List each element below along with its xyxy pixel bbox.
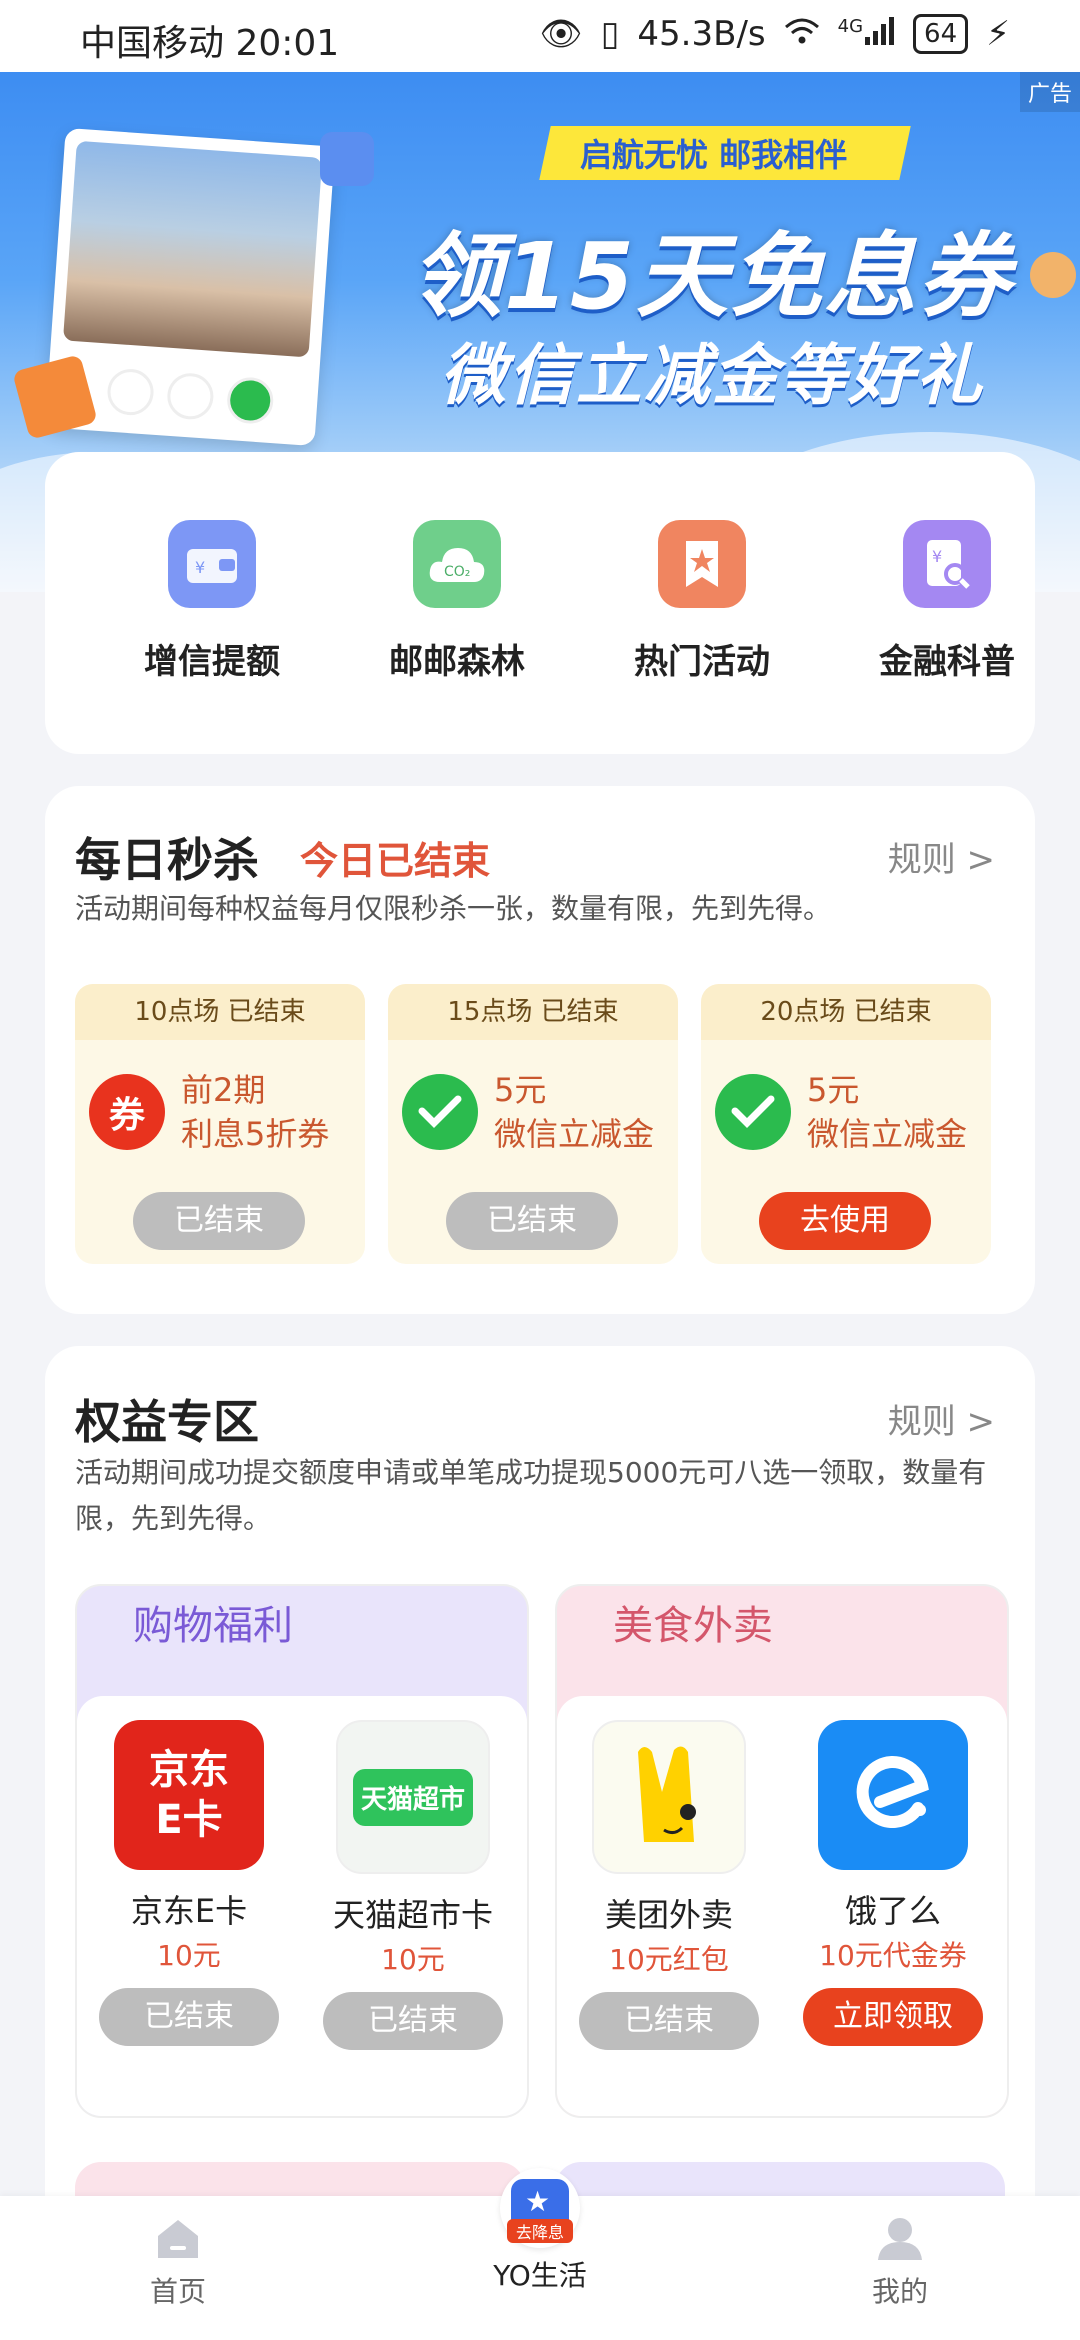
benefit-meituan: 美团外卖 10元红包 已结束 bbox=[569, 1720, 769, 2050]
slot-line2: 微信立减金 bbox=[494, 1115, 655, 1153]
nav-badge: 去降息 bbox=[507, 2219, 573, 2243]
quick-action-events[interactable]: 热门活动 bbox=[602, 520, 802, 683]
slot-button[interactable]: 已结束 bbox=[446, 1192, 618, 1250]
flash-slot-15: 15点场 已结束 5元 微信立减金 已结束 bbox=[388, 984, 678, 1264]
coin-icon bbox=[1030, 252, 1076, 298]
benefit-value: 10元 bbox=[157, 1939, 221, 1972]
rabbit-icon bbox=[105, 367, 156, 417]
svg-text:¥: ¥ bbox=[195, 558, 205, 577]
benefit-name: 天猫超市卡 bbox=[332, 1896, 493, 1934]
benefit-button[interactable]: 已结束 bbox=[579, 1992, 759, 2050]
signal-icon bbox=[865, 14, 895, 54]
ad-label: 广告 bbox=[1019, 72, 1080, 112]
category-title: 购物福利 bbox=[133, 1603, 293, 1649]
signal-label: 4G bbox=[837, 15, 864, 37]
charging-icon: ⚡ bbox=[986, 14, 1010, 54]
benefit-value: 10元代金券 bbox=[819, 1939, 967, 1972]
wifi-icon bbox=[784, 14, 820, 54]
flash-sale-status: 今日已结束 bbox=[300, 839, 491, 883]
slot-time: 15点场 已结束 bbox=[388, 984, 678, 1040]
students-photo bbox=[62, 140, 323, 358]
shopping-bag-icon: ★ 去降息 bbox=[500, 2168, 580, 2248]
coupon-icon: 券 bbox=[89, 1074, 165, 1150]
use-now-button[interactable]: 去使用 bbox=[759, 1192, 931, 1250]
benefit-jd-card: 京东 E卡 京东E卡 10元 已结束 bbox=[89, 1720, 289, 2046]
nav-label: 首页 bbox=[149, 2275, 206, 2308]
category-food: 美食外卖 美团外卖 10元红包 已结束 饿了么 10元代金券 立即领取 bbox=[555, 1584, 1009, 2118]
tmall-logo-icon: 天猫超市 bbox=[336, 1720, 490, 1874]
eleme-logo-icon bbox=[818, 1720, 968, 1870]
benefits-description: 活动期间成功提交额度申请或单笔成功提现5000元可八选一领取，数量有限，先到先得… bbox=[75, 1456, 987, 1535]
nav-yo-life[interactable]: ★ 去降息 YO生活 bbox=[440, 2168, 640, 2294]
slot-button[interactable]: 已结束 bbox=[133, 1192, 305, 1250]
jd-logo-icon: 京东 E卡 bbox=[114, 1720, 264, 1870]
quick-action-label: 增信提额 bbox=[144, 642, 280, 682]
nav-label: YO生活 bbox=[493, 2259, 587, 2292]
slot-time: 20点场 已结束 bbox=[701, 984, 991, 1040]
benefit-button[interactable]: 已结束 bbox=[323, 1992, 503, 2050]
category-title: 美食外卖 bbox=[613, 1603, 773, 1649]
benefit-name: 美团外卖 bbox=[604, 1896, 733, 1934]
star-bookmark-icon bbox=[658, 520, 746, 608]
wechat-icon bbox=[225, 375, 275, 426]
bottom-nav: 首页 ★ 去降息 YO生活 我的 bbox=[0, 2168, 1080, 2340]
quick-action-finance[interactable]: ¥ 金融科普 bbox=[847, 520, 1047, 683]
slot-line1: 5元 bbox=[807, 1071, 860, 1109]
cup-icon bbox=[165, 371, 215, 421]
wechat-pay-icon bbox=[402, 1074, 478, 1150]
eye-icon: 👁 bbox=[539, 14, 583, 54]
flash-sale-card: 每日秒杀 今日已结束 规则 > 活动期间每种权益每月仅限秒杀一张，数量有限，先到… bbox=[45, 786, 1035, 1314]
banner-slogan: 启航无忧 邮我相伴 bbox=[580, 136, 848, 174]
quick-action-label: 热门活动 bbox=[634, 642, 770, 682]
nav-label: 我的 bbox=[871, 2275, 928, 2308]
finance-search-icon: ¥ bbox=[903, 520, 991, 608]
flash-sale-rules-link[interactable]: 规则 > bbox=[888, 832, 995, 881]
meituan-rabbit-icon bbox=[592, 1720, 746, 1874]
banner-headline: 领15天免息券 bbox=[410, 223, 1013, 330]
benefits-rules-link[interactable]: 规则 > bbox=[888, 1394, 995, 1443]
svg-text:¥: ¥ bbox=[932, 547, 942, 566]
flash-sale-description: 活动期间每种权益每月仅限秒杀一张，数量有限，先到先得。 bbox=[75, 892, 832, 925]
profile-icon bbox=[878, 2218, 922, 2260]
category-shopping: 购物福利 京东 E卡 京东E卡 10元 已结束 天猫超市 天猫超市卡 10元 已结… bbox=[75, 1584, 529, 2118]
benefit-value: 10元红包 bbox=[609, 1943, 729, 1976]
benefit-name: 饿了么 bbox=[844, 1892, 941, 1930]
quick-action-credit[interactable]: ¥ 增信提额 bbox=[112, 520, 312, 683]
vibrate-icon: ▯ bbox=[600, 14, 620, 54]
quick-actions-card: ¥ 增信提额 CO₂ 邮邮森林 热门活动 ¥ 金融科普 bbox=[45, 452, 1035, 754]
benefits-card: 权益专区 规则 > 活动期间成功提交额度申请或单笔成功提现5000元可八选一领取… bbox=[45, 1346, 1035, 2246]
carrier-time: 中国移动 20:01 bbox=[80, 23, 340, 64]
wallet-icon: ¥ bbox=[168, 520, 256, 608]
flash-slot-10: 10点场 已结束 券 前2期 利息5折券 已结束 bbox=[75, 984, 365, 1264]
thumbs-up-icon bbox=[320, 132, 374, 186]
quick-action-label: 金融科普 bbox=[879, 642, 1015, 682]
svg-text:CO₂: CO₂ bbox=[444, 564, 470, 580]
slot-line2: 利息5折券 bbox=[181, 1115, 330, 1153]
benefit-tmall-card: 天猫超市 天猫超市卡 10元 已结束 bbox=[313, 1720, 513, 2050]
slot-time: 10点场 已结束 bbox=[75, 984, 365, 1040]
benefit-value: 10元 bbox=[381, 1943, 445, 1976]
nav-profile[interactable]: 我的 bbox=[800, 2216, 1000, 2310]
benefit-button[interactable]: 已结束 bbox=[99, 1988, 279, 2046]
net-speed: 45.3B/s bbox=[637, 14, 766, 54]
status-icons: 👁 ▯ 45.3B/s 4G 64 ⚡ bbox=[540, 14, 1010, 54]
quick-action-label: 邮邮森林 bbox=[389, 642, 525, 682]
home-icon bbox=[158, 2220, 198, 2258]
slot-line1: 5元 bbox=[494, 1071, 547, 1109]
flash-sale-title: 每日秒杀 bbox=[75, 833, 259, 887]
quick-action-forest[interactable]: CO₂ 邮邮森林 bbox=[357, 520, 557, 683]
banner-subheadline: 微信立减金等好礼 bbox=[440, 337, 984, 414]
nav-home[interactable]: 首页 bbox=[78, 2216, 278, 2310]
wechat-pay-icon bbox=[715, 1074, 791, 1150]
slot-line2: 微信立减金 bbox=[807, 1115, 968, 1153]
benefit-name: 京东E卡 bbox=[130, 1892, 248, 1930]
battery-icon: 64 bbox=[913, 14, 969, 54]
co2-cloud-icon: CO₂ bbox=[413, 520, 501, 608]
flash-slot-20: 20点场 已结束 5元 微信立减金 去使用 bbox=[701, 984, 991, 1264]
benefits-title: 权益专区 bbox=[75, 1395, 259, 1449]
status-bar: 中国移动 20:01 👁 ▯ 45.3B/s 4G 64 ⚡ bbox=[0, 0, 1080, 72]
slot-line1: 前2期 bbox=[181, 1071, 266, 1109]
claim-now-button[interactable]: 立即领取 bbox=[803, 1988, 983, 2046]
benefit-eleme: 饿了么 10元代金券 立即领取 bbox=[793, 1720, 993, 2046]
